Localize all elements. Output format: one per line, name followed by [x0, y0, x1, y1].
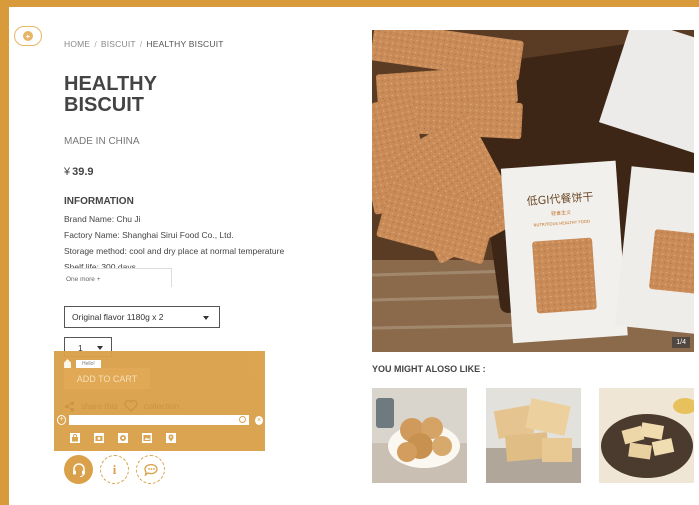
recommend-item-2[interactable] [486, 388, 581, 483]
product-origin: MADE IN CHINA [64, 136, 140, 147]
currency-symbol: ¥ [64, 166, 71, 178]
recommend-item-1[interactable] [372, 388, 467, 483]
breadcrumb-separator: / [139, 39, 143, 49]
close-icon[interactable]: × [255, 415, 263, 425]
chevron-down-icon [97, 346, 103, 350]
info-factory: Factory Name: Shanghai Sirui Food Co., L… [64, 230, 234, 240]
recommend-image [486, 388, 581, 483]
info-button[interactable]: i [100, 455, 129, 484]
info-icon: i [112, 461, 117, 477]
breadcrumb: HOME / BISCUIT / HEALTHY BISCUIT [64, 39, 224, 49]
camera-icon[interactable] [94, 433, 104, 443]
chat-tools [70, 433, 190, 443]
chat-input-row: + × [57, 414, 263, 426]
heart-icon[interactable] [124, 400, 138, 412]
left-accent-bar [0, 0, 9, 505]
product-title-line2: BISCUIT [64, 94, 144, 116]
back-arrow-icon [23, 31, 33, 41]
image-counter: 1/4 [672, 337, 690, 348]
top-accent-bar [0, 0, 699, 7]
chat-button[interactable] [136, 455, 165, 484]
add-to-cart-button[interactable]: ADD TO CART [64, 368, 150, 389]
plus-icon[interactable]: + [57, 415, 67, 425]
price-value: 39.9 [72, 166, 94, 178]
information-list: Brand Name: Chu Ji Factory Name: Shangha… [64, 211, 284, 269]
flavor-select-value: Original flavor 1180g x 2 [72, 312, 164, 322]
share-icon[interactable] [64, 401, 75, 412]
more-link[interactable]: One more + [66, 276, 101, 283]
location-icon[interactable] [166, 433, 176, 443]
share-label[interactable]: share this [81, 401, 118, 411]
breadcrumb-current: HEALTHY BISCUIT [146, 39, 224, 49]
headset-icon [72, 462, 85, 477]
image-icon[interactable] [142, 433, 152, 443]
greeting-bubble: Hello! [76, 359, 101, 368]
share-row: share this collection [64, 400, 185, 412]
breadcrumb-category[interactable]: BISCUIT [101, 39, 136, 49]
package-subtitle: 轻食主义 [551, 209, 571, 217]
biscuit-photo: 低GI代餐饼干 轻食主义 NUTRITIOUS HEALTHY FOOD [372, 30, 694, 352]
chat-message-input[interactable] [69, 415, 250, 425]
collection-label[interactable]: collection [144, 401, 179, 411]
product-price: ¥39.9 [64, 166, 94, 178]
breadcrumb-home[interactable]: HOME [64, 39, 90, 49]
chat-panel: Hello! ADD TO CART share this collection… [54, 351, 265, 451]
chat-bubble-icon [143, 463, 158, 477]
recommend-heading: YOU MIGHT ALOSO LIKE : [372, 364, 486, 374]
greeting-row: Hello! [64, 359, 101, 368]
info-brand: Brand Name: Chu Ji [64, 214, 141, 224]
back-button[interactable] [14, 26, 42, 46]
info-storage: Storage method: cool and dry place at no… [64, 246, 285, 256]
recommend-image [599, 388, 694, 483]
product-title: HEALTHY BISCUIT [64, 74, 224, 116]
breadcrumb-separator: / [94, 39, 97, 49]
recommend-image [372, 388, 467, 483]
chevron-down-icon [203, 316, 209, 320]
customer-service-button[interactable] [64, 455, 93, 484]
avatar-icon [64, 359, 71, 368]
bag-icon[interactable] [70, 433, 80, 443]
gear-icon[interactable] [118, 433, 128, 443]
emoji-icon[interactable] [239, 416, 247, 423]
product-title-line1: HEALTHY [64, 73, 157, 95]
product-hero-image[interactable]: 低GI代餐饼干 轻食主义 NUTRITIOUS HEALTHY FOOD 1/4 [372, 30, 694, 352]
information-heading: INFORMATION [64, 196, 134, 207]
flavor-select[interactable]: Original flavor 1180g x 2 [64, 306, 220, 328]
recommend-item-3[interactable] [599, 388, 694, 483]
